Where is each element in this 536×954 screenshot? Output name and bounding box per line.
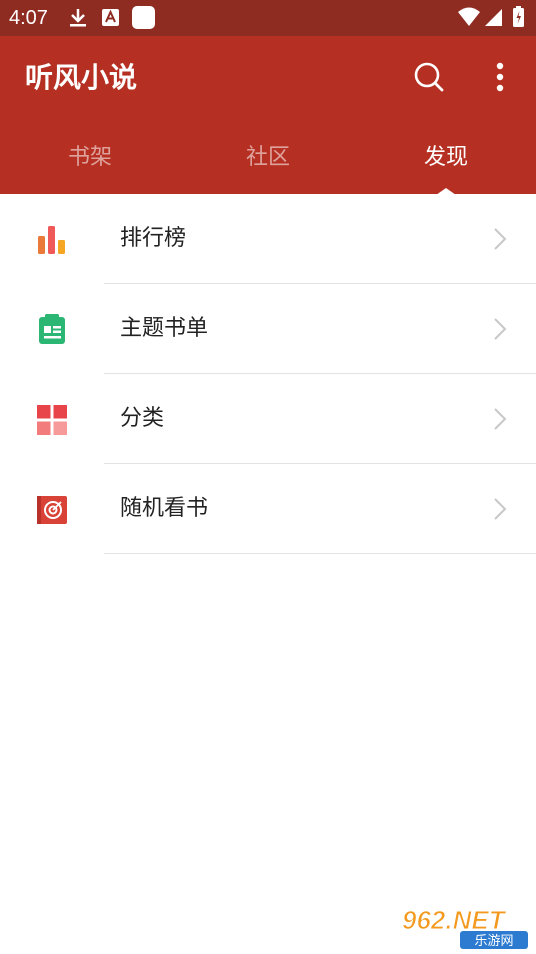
app-notification-icon [132,6,155,29]
category-grid-icon [37,405,67,435]
list-item-label: 主题书单 [120,316,209,341]
random-target-icon [37,496,67,524]
app-bar: 听风小说 书架 社区 发现 [0,36,536,195]
watermark-subtext: 乐游网 [474,934,513,949]
ranking-bar-chart-icon [38,226,65,254]
chevron-right-icon [494,408,507,430]
list-item-category[interactable]: 分类 [0,374,536,464]
book-list-icon [39,314,65,344]
list-item-label: 排行榜 [120,226,187,251]
list-item-label: 分类 [120,406,165,431]
tab-community[interactable]: 社区 [178,136,358,180]
search-button[interactable] [410,58,448,96]
tab-bar: 书架 社区 发现 [0,136,536,180]
battery-icon [513,6,524,27]
list-item-label: 随机看书 [120,496,209,521]
watermark-number: 962.NET [402,905,507,935]
cell-signal-icon [485,9,502,26]
watermark-logo: 962.NET 乐游网 [402,905,528,949]
chevron-right-icon [494,318,507,340]
list-item-random-read[interactable]: 随机看书 [0,464,536,554]
tab-bookshelf[interactable]: 书架 [0,136,180,180]
search-icon [414,62,444,92]
chevron-right-icon [494,498,507,520]
discover-list: 排行榜 主题书单 分类 随机看书 [0,194,536,554]
download-icon [70,9,86,27]
status-time: 4:07 [9,7,48,29]
more-vertical-icon [496,62,504,92]
app-title: 听风小说 [25,61,138,94]
text-app-icon [102,9,119,26]
list-item-ranking[interactable]: 排行榜 [0,194,536,284]
tab-discover[interactable]: 发现 [356,136,536,180]
list-item-book-list[interactable]: 主题书单 [0,284,536,374]
status-bar: 4:07 [0,0,536,36]
more-options-button[interactable] [486,58,514,98]
divider [104,553,536,554]
wifi-icon [458,7,480,26]
chevron-right-icon [494,228,507,250]
